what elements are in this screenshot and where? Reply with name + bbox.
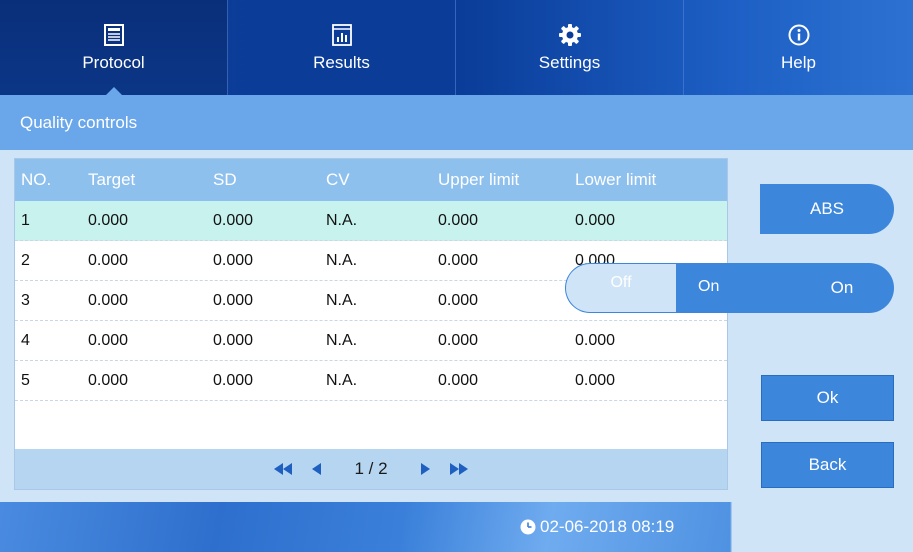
tab-results[interactable]: Results: [228, 0, 456, 95]
cell-no: 4: [21, 331, 30, 349]
toggle-on-label: On: [698, 278, 720, 295]
clock: 02-06-2018 08:19: [520, 517, 674, 537]
cell-cv: N.A.: [326, 331, 358, 349]
cell-cv: N.A.: [326, 251, 358, 269]
cell-lower-limit: 0.000: [575, 331, 616, 349]
table-row[interactable]: 1 0.000 0.000 N.A. 0.000 0.000: [15, 201, 727, 241]
column-header-no: NO.: [21, 170, 52, 189]
info-icon: [788, 24, 809, 45]
tab-help[interactable]: Help: [684, 0, 913, 95]
tab-label: Help: [781, 52, 816, 72]
toggle-on-option[interactable]: On: [676, 264, 765, 312]
status-bar: 02-06-2018 08:19: [0, 502, 913, 552]
clock-icon: [520, 519, 536, 535]
cell-cv: N.A.: [326, 291, 358, 309]
cell-target: 0.000: [88, 331, 129, 349]
pagination: 1 / 2: [15, 449, 727, 489]
cell-no: 2: [21, 251, 30, 269]
cell-lower-limit: 0.000: [575, 371, 616, 389]
double-right-arrow-icon: [449, 463, 468, 475]
on-button[interactable]: On: [760, 263, 894, 313]
cell-sd: 0.000: [213, 331, 254, 349]
on-button-label: On: [830, 278, 854, 297]
column-header-sd: SD: [213, 170, 237, 189]
next-page-button[interactable]: [410, 454, 440, 484]
protocol-icon: [103, 23, 124, 46]
last-page-button[interactable]: [444, 454, 474, 484]
cell-sd: 0.000: [213, 211, 254, 229]
cell-upper-limit: 0.000: [438, 291, 479, 309]
page-indicator: 1 / 2: [354, 459, 388, 478]
column-header-lower-limit: Lower limit: [575, 170, 657, 189]
column-header-target: Target: [88, 170, 136, 189]
qc-table: NO. Target SD CV Upper limit Lower limit…: [14, 158, 728, 490]
column-header-cv: CV: [326, 170, 350, 189]
toggle-off-option[interactable]: Off: [566, 264, 676, 312]
tab-label: Settings: [538, 52, 601, 72]
cell-sd: 0.000: [213, 371, 254, 389]
left-arrow-icon: [312, 463, 322, 475]
previous-page-button[interactable]: [302, 454, 332, 484]
cell-sd: 0.000: [213, 291, 254, 309]
right-arrow-icon: [420, 463, 430, 475]
table-header: NO. Target SD CV Upper limit Lower limit: [15, 159, 727, 201]
column-header-upper-limit: Upper limit: [438, 170, 520, 189]
tab-protocol[interactable]: Protocol: [0, 0, 228, 95]
cell-upper-limit: 0.000: [438, 371, 479, 389]
top-navigation: Protocol Results Settings Help: [0, 0, 913, 95]
cell-target: 0.000: [88, 251, 129, 269]
cell-upper-limit: 0.000: [438, 251, 479, 269]
table-row[interactable]: 5 0.000 0.000 N.A. 0.000 0.000: [15, 361, 727, 401]
toggle-off-label: Off: [610, 274, 632, 291]
cell-target: 0.000: [88, 291, 129, 309]
gear-icon: [558, 23, 581, 46]
first-page-button[interactable]: [268, 454, 298, 484]
cell-no: 5: [21, 371, 30, 389]
cell-upper-limit: 0.000: [438, 331, 479, 349]
results-icon: [331, 23, 352, 46]
title-bar: Quality controls: [0, 95, 913, 150]
cell-lower-limit: 0.000: [575, 211, 616, 229]
on-off-toggle[interactable]: Off On: [565, 263, 765, 313]
ok-button[interactable]: Ok: [761, 375, 894, 421]
cell-target: 0.000: [88, 371, 129, 389]
cell-no: 3: [21, 291, 30, 309]
datetime-text: 02-06-2018 08:19: [540, 517, 675, 536]
cell-sd: 0.000: [213, 251, 254, 269]
active-tab-caret: [105, 87, 122, 95]
cell-cv: N.A.: [326, 371, 358, 389]
cell-target: 0.000: [88, 211, 129, 229]
tab-label: Protocol: [82, 52, 145, 72]
cell-upper-limit: 0.000: [438, 211, 479, 229]
tab-label: Results: [313, 52, 370, 72]
cell-no: 1: [21, 211, 30, 229]
page-title: Quality controls: [20, 113, 138, 132]
abs-button[interactable]: ABS: [760, 184, 894, 234]
double-left-arrow-icon: [274, 463, 293, 475]
back-button[interactable]: Back: [761, 442, 894, 488]
table-row[interactable]: 4 0.000 0.000 N.A. 0.000 0.000: [15, 321, 727, 361]
tab-settings[interactable]: Settings: [456, 0, 684, 95]
cell-cv: N.A.: [326, 211, 358, 229]
